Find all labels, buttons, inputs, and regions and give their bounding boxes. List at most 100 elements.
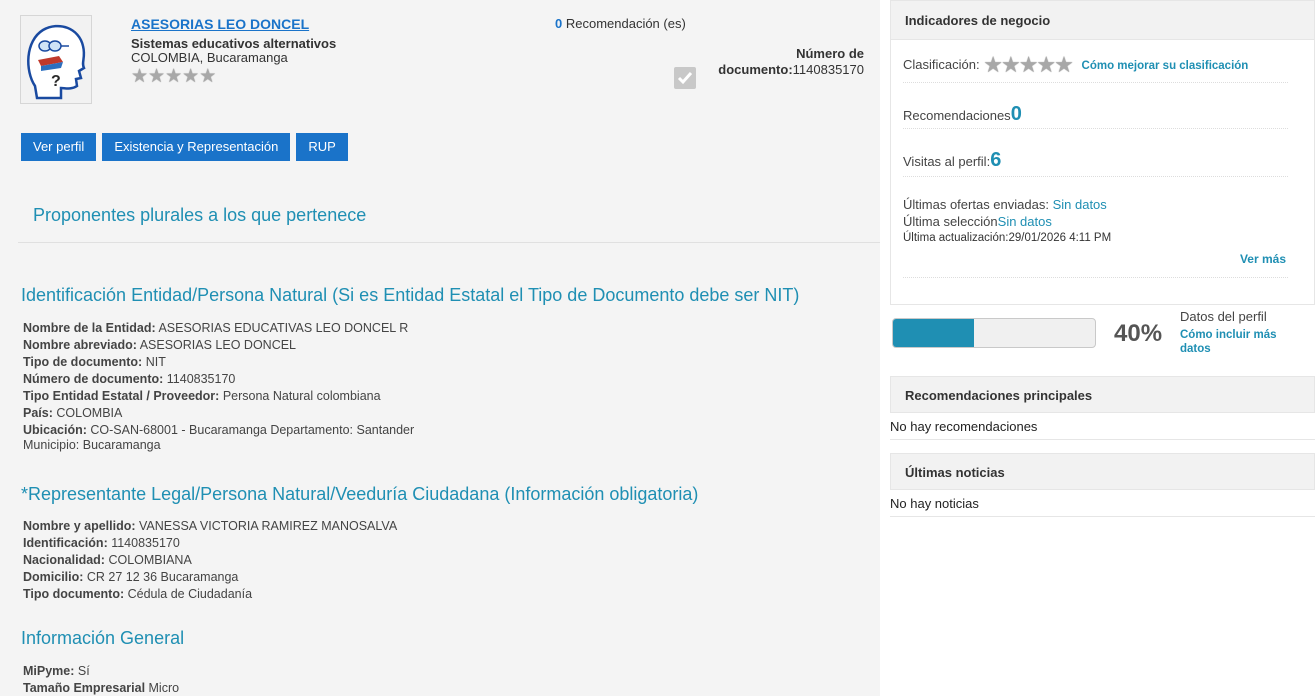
recommendation-count: 0 Recomendación (es) [555,16,686,31]
field-label: Tipo Entidad Estatal / Proveedor: [23,389,220,403]
field-label: Tipo documento: [23,587,125,601]
ultimas-ofertas-row: Últimas ofertas enviadas: Sin datos [903,197,1107,213]
improve-classification-link[interactable]: Cómo mejorar su clasificación [1082,60,1249,72]
field-label: Nombre abreviado: [23,338,137,352]
field-label: Tamaño Empresarial [23,681,146,695]
rating-stars: ★ ★ ★ ★ ★ [131,67,216,86]
recommendation-count-label: Recomendación (es) [562,16,686,31]
recomendaciones-row: Recomendaciones0 [903,99,1288,129]
field-value: VANESSA VICTORIA RAMIREZ MANOSALVA [135,519,398,533]
visitas-row: Visitas al perfil:6 [903,145,1288,177]
visitas-value: 6 [990,149,1002,171]
clasificacion-row: Clasificación: ★★★★★ Cómo mejorar su cla… [903,51,1288,83]
recomendaciones-value: 0 [1010,103,1022,125]
top-recommendations-panel: Recomendaciones principales No hay recom… [890,376,1315,440]
star-icon: ★ [165,66,183,87]
star-icon: ★ [182,66,200,87]
indicators-divider [903,277,1288,278]
field-value: ASESORIAS EDUCATIVAS LEO DONCEL R [155,321,409,335]
visitas-label: Visitas al perfil: [903,154,991,169]
top-recommendations-content: No hay recomendaciones [890,413,1315,440]
field-value: NIT [142,355,166,369]
plural-proponents-heading: Proponentes plurales a los que pertenece [33,205,367,225]
field-value: Cédula de Ciudadanía [124,587,253,601]
ultima-seleccion-label: Última selección [903,214,998,229]
document-number-label: documento: [718,62,793,77]
representante-heading: *Representante Legal/Persona Natural/Vee… [21,484,699,504]
field-label: Tipo de documento: [23,355,143,369]
field-value: 1140835170 [163,372,236,386]
star-icon: ★ [1018,52,1039,77]
star-icon: ★ [1036,52,1056,77]
organization-name-link[interactable]: ASESORIAS LEO DONCEL [131,16,309,32]
field-row: Nombre y apellido: VANESSA VICTORIA RAMI… [23,518,397,535]
field-label: Identificación: [23,536,108,550]
svg-text:?: ? [51,73,61,90]
informacion-general-fields: MiPyme: Sí Tamaño Empresarial Micro [23,663,179,696]
document-number-block: Número de documento:1140835170 [664,46,864,78]
identificacion-fields: Nombre de la Entidad: ASESORIAS EDUCATIV… [23,320,414,452]
star-icon: ★ [199,66,217,87]
profile-progress-fill [893,319,974,347]
field-value: COLOMBIA [52,406,123,420]
latest-news-content: No hay noticias [890,490,1315,517]
profile-data-label: Datos del perfil [1180,309,1267,324]
star-icon: ★ [148,66,166,87]
ultima-seleccion-row: Última selecciónSin datos [903,214,1052,230]
profile-percent: 40% [1114,320,1163,347]
tab-ver-perfil[interactable]: Ver perfil [21,133,97,161]
field-row: Tipo Entidad Estatal / Proveedor: Person… [23,388,414,405]
field-row: Domicilio: CR 27 12 36 Bucaramanga [23,569,397,586]
field-row: Nombre abreviado: ASESORIAS LEO DONCEL [23,337,414,354]
field-label: Nombre de la Entidad: [23,321,156,335]
star-icon: ★ [983,52,1003,77]
field-label: Ubicación: [23,423,87,437]
organization-logo: ? [20,15,92,104]
ultima-actualizacion: Última actualización:29/01/2026 4:11 PM [903,232,1112,244]
field-label: Nacionalidad: [23,553,105,567]
star-icon: ★ [131,66,149,87]
latest-news-panel: Últimas noticias No hay noticias [890,453,1315,517]
clasificacion-label: Clasificación: [903,57,980,72]
classification-stars: ★★★★★ [983,52,1074,77]
recomendaciones-label: Recomendaciones [903,108,1011,123]
tab-existencia-representacion[interactable]: Existencia y Representación [102,133,291,161]
representante-fields: Nombre y apellido: VANESSA VICTORIA RAMI… [23,518,397,603]
organization-location: COLOMBIA, Bucaramanga [131,50,288,65]
field-value: 1140835170 [107,536,180,550]
field-label: Domicilio: [23,570,84,584]
field-value: Micro [145,681,180,695]
field-row: Tipo de documento: NIT [23,354,414,371]
profile-tabs: Ver perfil Existencia y Representación R… [21,133,348,161]
field-row: Tamaño Empresarial Micro [23,680,179,696]
field-label: Número de documento: [23,372,164,386]
document-number-value: 1140835170 [792,62,864,77]
field-row: Identificación: 1140835170 [23,535,397,552]
section-divider [18,242,880,243]
star-icon: ★ [1054,52,1074,77]
field-label: Nombre y apellido: [23,519,136,533]
profile-progress-bar [892,318,1096,348]
main-content: ? ASESORIAS LEO DONCEL Sistemas educativ… [0,0,880,696]
star-icon: ★ [1000,52,1021,77]
field-value: Municipio: Bucaramanga [23,438,161,452]
field-label: País: [23,406,53,420]
organization-subtitle: Sistemas educativos alternativos [131,36,337,51]
field-value: CO-SAN-68001 - Bucaramanga Departamento:… [86,423,415,437]
tab-rup[interactable]: RUP [296,133,348,161]
document-number-label-line1: Número de [796,46,864,61]
business-indicators-title: Indicadores de negocio [890,0,1315,40]
field-row: Número de documento: 1140835170 [23,371,414,388]
field-row: Municipio: Bucaramanga [23,439,414,452]
include-more-data-link[interactable]: Cómo incluir más datos [1180,328,1290,356]
field-value: Sí [74,664,90,678]
field-value: CR 27 12 36 Bucaramanga [83,570,239,584]
top-recommendations-title: Recomendaciones principales [890,376,1315,413]
ver-mas-link[interactable]: Ver más [1240,252,1286,266]
field-label: MiPyme: [23,664,75,678]
field-value: COLOMBIANA [104,553,192,567]
ultima-seleccion-value[interactable]: Sin datos [998,214,1052,229]
field-row: Tipo documento: Cédula de Ciudadanía [23,586,397,603]
ultimas-ofertas-value[interactable]: Sin datos [1053,197,1107,212]
latest-news-title: Últimas noticias [890,453,1315,490]
